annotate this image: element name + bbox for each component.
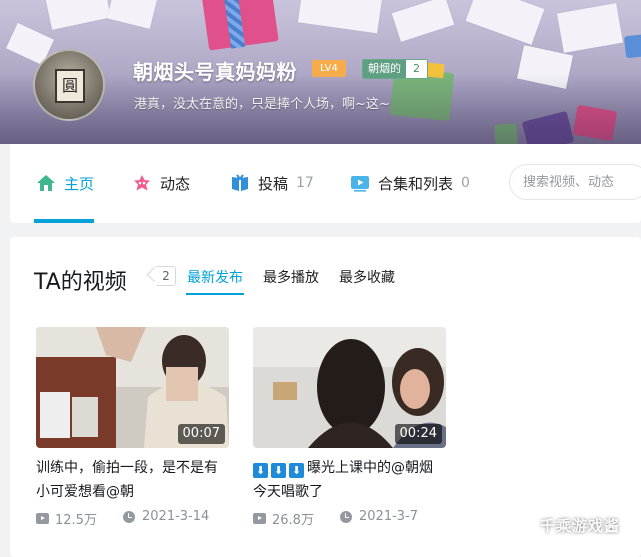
play-count-value: 26.8万 (272, 513, 314, 528)
banner-decoration (45, 0, 111, 30)
play-count-value: 12.5万 (55, 513, 97, 528)
collection-icon (350, 173, 370, 193)
user-signature: 港真，没太在意的，只是捧个人场，啊~这~ (134, 97, 390, 112)
banner-decoration (391, 0, 455, 42)
tab-uploads-count: 17 (296, 175, 314, 191)
search-input[interactable] (509, 164, 641, 200)
video-duration: 00:24 (394, 424, 442, 444)
clock-icon (340, 510, 352, 523)
banner-decoration (556, 3, 624, 53)
video-date-value: 2021-3-7 (359, 509, 419, 524)
dynamic-icon (132, 173, 152, 193)
watermark: 千乘游戏酱 (540, 517, 621, 535)
banner-decoration (107, 0, 157, 29)
active-sort-indicator (186, 293, 244, 295)
profile-banner: 圓 朝烟头号真妈妈粉 LV4 朝烟的 2 港真，没太在意的，只是捧个人场，啊~这… (0, 0, 641, 144)
video-count-badge: 2 (156, 266, 176, 286)
username: 朝烟头号真妈妈粉 (133, 60, 297, 84)
tab-dynamic[interactable]: 动态 (132, 171, 190, 195)
play-count-icon (36, 513, 49, 524)
sort-most-favorited[interactable]: 最多收藏 (339, 267, 395, 287)
arrow-down-icon: ⬇ ⬇ ⬇ (253, 460, 307, 478)
sort-most-played[interactable]: 最多播放 (263, 267, 319, 287)
banner-decoration (465, 0, 545, 45)
avatar[interactable]: 圓 (33, 49, 105, 121)
home-icon (36, 173, 56, 193)
video-title[interactable]: ⬇ ⬇ ⬇ 曝光上课中的@朝烟今天唱歌了 (253, 456, 446, 504)
fan-medal-level: 2 (406, 60, 427, 78)
tab-uploads-label: 投稿 (258, 174, 289, 193)
video-play-count: 12.5万 (36, 509, 97, 528)
tab-home[interactable]: 主页 (36, 171, 94, 195)
profile-nav: 主页 动态 投稿 17 合集和列表 0 (10, 144, 641, 223)
clock-icon (123, 510, 135, 523)
avatar-seal-image: 圓 (55, 69, 85, 103)
banner-decoration (297, 0, 383, 34)
level-badge: LV4 (312, 60, 346, 77)
video-date-value: 2021-3-14 (142, 509, 210, 524)
sort-latest[interactable]: 最新发布 (187, 267, 243, 287)
tab-collections[interactable]: 合集和列表 0 (350, 171, 470, 195)
active-tab-indicator (34, 219, 94, 223)
tab-collections-count: 0 (461, 175, 470, 191)
tab-dynamic-label: 动态 (160, 174, 191, 193)
video-date: 2021-3-7 (340, 509, 418, 524)
video-date: 2021-3-14 (123, 509, 209, 524)
section-title: TA的视频 (34, 270, 127, 295)
video-duration: 00:07 (177, 424, 225, 444)
video-thumbnail[interactable]: 00:07 (36, 327, 229, 448)
tab-home-label: 主页 (64, 174, 95, 193)
fan-medal[interactable]: 朝烟的 2 (362, 59, 428, 79)
gift-box-decoration (623, 33, 641, 59)
play-count-icon (253, 513, 266, 524)
video-thumbnail[interactable]: 00:24 (253, 327, 446, 448)
video-play-count: 26.8万 (253, 509, 314, 528)
fan-medal-name: 朝烟的 (363, 60, 406, 78)
tab-collections-label: 合集和列表 (378, 174, 454, 193)
videos-panel: TA的视频 2 最新发布 最多播放 最多收藏 00:07 训练中，偷拍一段，是不… (10, 237, 641, 557)
upload-icon (230, 173, 250, 193)
tab-uploads[interactable]: 投稿 17 (230, 171, 314, 195)
video-title[interactable]: 训练中，偷拍一段，是不是有小可爱想看@朝 (36, 456, 229, 504)
